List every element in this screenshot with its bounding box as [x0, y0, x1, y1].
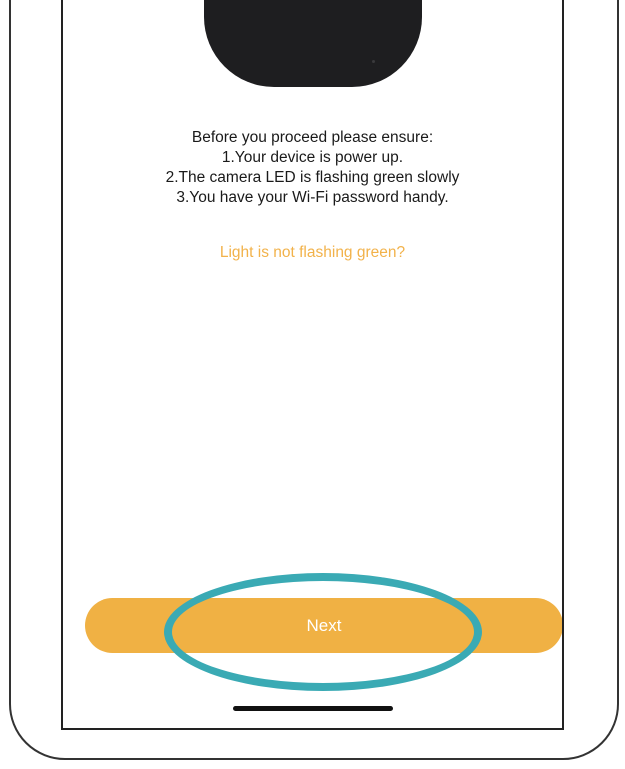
- next-button[interactable]: Next: [85, 598, 562, 653]
- setup-instructions: Before you proceed please ensure: 1.Your…: [63, 128, 562, 208]
- camera-device-image: [204, 0, 422, 87]
- instruction-step: 3.You have your Wi-Fi password handy.: [176, 189, 449, 206]
- instruction-step: 2.The camera LED is flashing green slowl…: [165, 169, 460, 186]
- camera-led-icon: [372, 60, 375, 63]
- home-indicator-bar[interactable]: [233, 706, 393, 711]
- stage: Before you proceed please ensure: 1.Your…: [0, 0, 625, 769]
- light-not-flashing-link[interactable]: Light is not flashing green?: [63, 244, 562, 262]
- instructions-heading: Before you proceed please ensure:: [191, 129, 434, 146]
- instruction-step: 1.Your device is power up.: [221, 149, 404, 166]
- phone-screen: Before you proceed please ensure: 1.Your…: [61, 0, 564, 730]
